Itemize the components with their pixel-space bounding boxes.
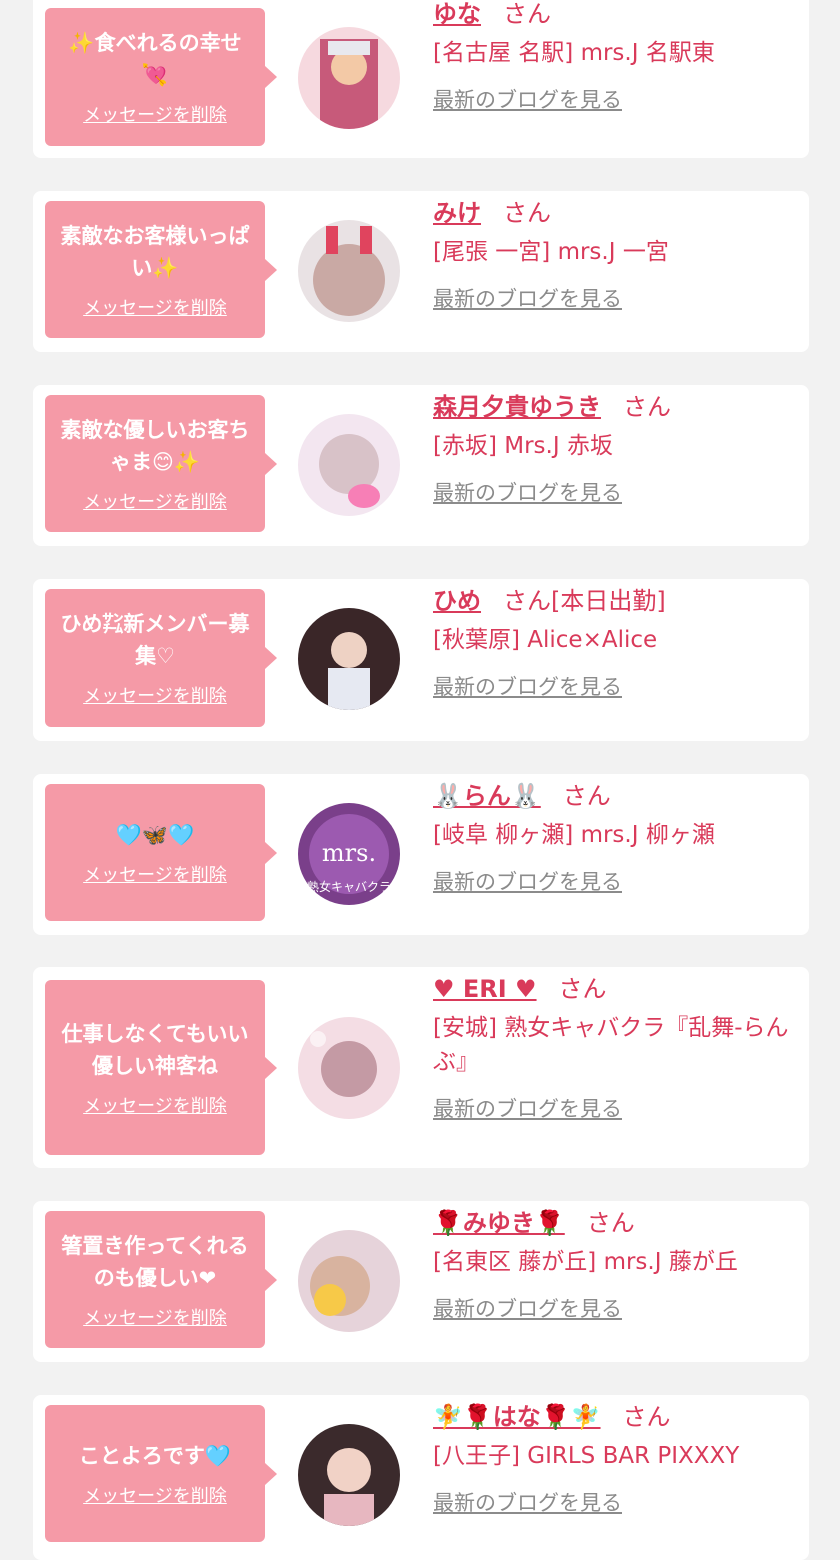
latest-blog-link[interactable]: 最新のブログを見る [433,477,622,507]
latest-blog-link[interactable]: 最新のブログを見る [433,671,622,701]
profile-info: ♥ ERI ♥ さん [安城] 熟女キャバクラ『乱舞-らんぶ』 最新のブログを見る [433,971,795,1123]
profile-info: ひめ さん[本日出勤] [秋葉原] Alice×Alice 最新のブログを見る [433,583,795,701]
profile-name-link[interactable]: みけ [433,199,481,227]
list-item: ことよろです🩵 メッセージを削除 🧚🌹はな🌹🧚 さん [八王子] GIRLS BA… [33,1395,809,1560]
message-text: 素敵な優しいお客ちゃま😊✨ [60,417,250,474]
logo-subtext: 熟女キャバクラ [307,879,391,894]
delete-message-link[interactable]: メッセージを削除 [83,1482,227,1508]
delete-message-link[interactable]: メッセージを削除 [83,488,227,514]
shop-text: [名東区 藤が丘] mrs.J 藤が丘 [433,1249,738,1275]
delete-message-link[interactable]: メッセージを削除 [83,101,227,127]
message-text: ✨食べれるの幸せ💘 [68,31,242,87]
message-bubble: 🩵🦋🩵 メッセージを削除 [45,784,277,921]
avatar[interactable] [298,220,400,322]
delete-message-link[interactable]: メッセージを削除 [83,682,227,708]
message-bubble: 仕事しなくてもいい優しい神客ね メッセージを削除 [45,980,277,1155]
profile-info: 森月夕貴ゆうき さん [赤坂] Mrs.J 赤坂 最新のブログを見る [433,389,795,507]
shop-text: [赤坂] Mrs.J 赤坂 [433,433,613,459]
message-bubble: ✨食べれるの幸せ💘 メッセージを削除 [45,8,277,146]
message-text: 🩵🦋🩵 [115,822,195,847]
delete-message-link[interactable]: メッセージを削除 [83,294,227,320]
message-bubble: 素敵な優しいお客ちゃま😊✨ メッセージを削除 [45,395,277,532]
delete-message-link[interactable]: メッセージを削除 [83,861,227,887]
list-item: ✨食べれるの幸せ💘 メッセージを削除 ゆな さん [名古屋 名駅] mrs.J 名… [33,0,809,158]
message-text: 仕事しなくてもいい優しい神客ね [61,1021,249,1078]
profile-info: みけ さん [尾張 一宮] mrs.J 一宮 最新のブログを見る [433,195,795,313]
message-text: ことよろです🩵 [78,1443,232,1468]
profile-name-link[interactable]: 🧚🌹はな🌹🧚 [433,1403,601,1431]
message-bubble: ひめ㌠新メンバー募集♡ メッセージを削除 [45,589,277,727]
latest-blog-link[interactable]: 最新のブログを見る [433,1293,622,1323]
latest-blog-link[interactable]: 最新のブログを見る [433,84,622,114]
list-item: 素敵な優しいお客ちゃま😊✨ メッセージを削除 森月夕貴ゆうき さん [赤坂] Mr… [33,385,809,546]
avatar[interactable] [298,1230,400,1332]
avatar[interactable] [298,414,400,516]
message-text: 箸置き作ってくれるのも優しい❤ [61,1233,249,1290]
profile-name-link[interactable]: ひめ [433,587,481,615]
logo-text: mrs. [322,839,376,867]
honorific: さん [503,587,551,615]
status-text: [本日出勤] [551,587,666,615]
avatar[interactable] [298,608,400,710]
shop-text: [名古屋 名駅] mrs.J 名駅東 [433,40,715,66]
profile-name-link[interactable]: 🌹みゆき🌹 [433,1209,565,1237]
message-bubble: ことよろです🩵 メッセージを削除 [45,1405,277,1542]
latest-blog-link[interactable]: 最新のブログを見る [433,1487,622,1517]
latest-blog-link[interactable]: 最新のブログを見る [433,866,622,896]
shop-text: [八王子] GIRLS BAR PIXXXY [433,1443,740,1469]
message-bubble: 箸置き作ってくれるのも優しい❤ メッセージを削除 [45,1211,277,1348]
profile-name-link[interactable]: ゆな [433,0,481,28]
avatar[interactable] [298,1017,400,1119]
delete-message-link[interactable]: メッセージを削除 [83,1304,227,1330]
list-item: 🩵🦋🩵 メッセージを削除 mrs. 熟女キャバクラ 🐰らん🐰 さん [岐阜 柳ヶ瀬]… [33,774,809,935]
profile-name-link[interactable]: 🐰らん🐰 [433,782,541,810]
shop-text: [秋葉原] Alice×Alice [433,627,658,653]
profile-info: 🐰らん🐰 さん [岐阜 柳ヶ瀬] mrs.J 柳ヶ瀬 最新のブログを見る [433,778,795,896]
profile-info: 🧚🌹はな🌹🧚 さん [八王子] GIRLS BAR PIXXXY 最新のブログを見… [433,1399,795,1517]
message-list: ✨食べれるの幸せ💘 メッセージを削除 ゆな さん [名古屋 名駅] mrs.J 名… [0,0,840,1560]
honorific: さん [623,393,671,421]
list-item: 仕事しなくてもいい優しい神客ね メッセージを削除 ♥ ERI ♥ さん [安城] … [33,967,809,1168]
avatar[interactable]: mrs. 熟女キャバクラ [298,803,400,905]
shop-text: [岐阜 柳ヶ瀬] mrs.J 柳ヶ瀬 [433,822,715,848]
profile-info: ゆな さん [名古屋 名駅] mrs.J 名駅東 最新のブログを見る [433,0,795,114]
profile-info: 🌹みゆき🌹 さん [名東区 藤が丘] mrs.J 藤が丘 最新のブログを見る [433,1205,795,1323]
honorific: さん [622,1403,671,1431]
profile-name-link[interactable]: 森月夕貴ゆうき [433,393,601,421]
message-text: ひめ㌠新メンバー募集♡ [60,612,250,668]
avatar[interactable] [298,27,400,129]
honorific: さん [503,0,551,28]
message-text: 素敵なお客様いっぱい✨ [60,223,250,280]
list-item: 箸置き作ってくれるのも優しい❤ メッセージを削除 🌹みゆき🌹 さん [名東区 藤が… [33,1201,809,1362]
latest-blog-link[interactable]: 最新のブログを見る [433,1093,622,1123]
latest-blog-link[interactable]: 最新のブログを見る [433,283,622,313]
shop-text: [安城] 熟女キャバクラ『乱舞-らんぶ』 [433,1015,789,1075]
honorific: さん [562,782,611,810]
list-item: 素敵なお客様いっぱい✨ メッセージを削除 みけ さん [尾張 一宮] mrs.J … [33,191,809,352]
shop-text: [尾張 一宮] mrs.J 一宮 [433,239,669,265]
list-item: ひめ㌠新メンバー募集♡ メッセージを削除 ひめ さん[本日出勤] [秋葉原] Al… [33,579,809,741]
honorific: さん [558,975,607,1003]
honorific: さん [503,199,551,227]
delete-message-link[interactable]: メッセージを削除 [83,1092,227,1118]
avatar[interactable] [298,1424,400,1526]
message-bubble: 素敵なお客様いっぱい✨ メッセージを削除 [45,201,277,338]
honorific: さん [586,1209,635,1237]
profile-name-link[interactable]: ♥ ERI ♥ [433,975,537,1003]
